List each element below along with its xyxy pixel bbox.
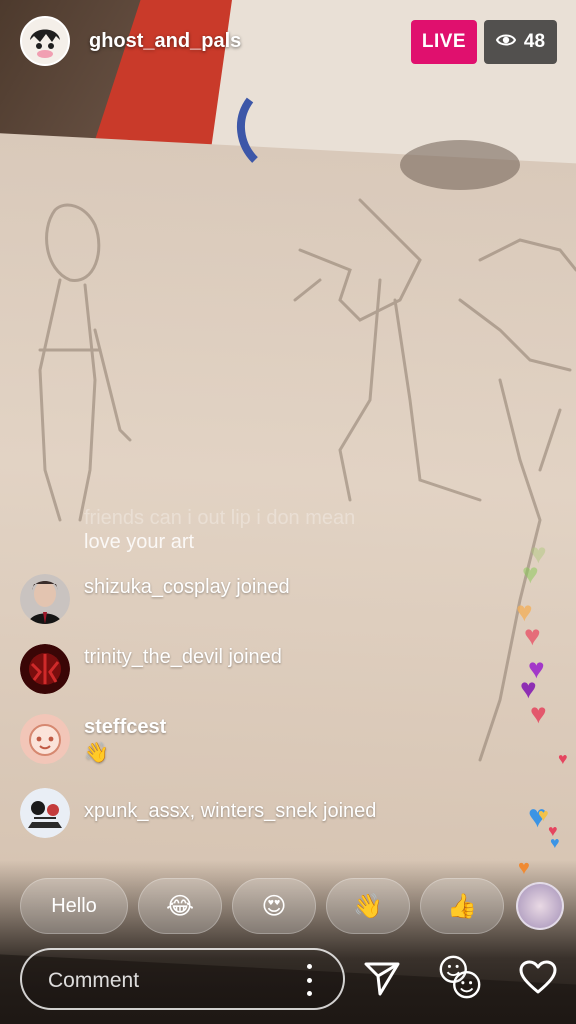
host-avatar[interactable] bbox=[20, 16, 70, 66]
comment-message: 👋 bbox=[84, 742, 109, 764]
comment-text: steffcest 👋 bbox=[84, 714, 166, 766]
comment-input[interactable] bbox=[46, 964, 300, 998]
quick-reaction-hello[interactable]: Hello bbox=[20, 878, 128, 934]
avatar[interactable] bbox=[20, 644, 70, 694]
heart-icon: ♥ bbox=[524, 620, 541, 651]
comment-row: xpunk_assx, winters_snek joined bbox=[20, 788, 376, 838]
comment-text: xpunk_assx, winters_snek joined bbox=[84, 800, 377, 822]
faded-comment: friends can i out lip i don mean bbox=[84, 507, 356, 529]
heart-icon bbox=[519, 960, 557, 994]
quick-reaction-wave[interactable]: 👋 bbox=[326, 878, 410, 934]
send-button[interactable] bbox=[358, 954, 406, 1002]
viewer-count: 48 bbox=[523, 31, 546, 52]
heart-icon: ♥ bbox=[558, 751, 568, 768]
heart-icon: ♥ bbox=[518, 857, 530, 879]
viewer-count-badge[interactable]: 48 bbox=[484, 20, 557, 64]
comment-username[interactable]: steffcest bbox=[84, 716, 166, 738]
comment-composer bbox=[20, 948, 345, 1010]
joiner-avatar bbox=[516, 882, 564, 930]
more-vertical-icon[interactable] bbox=[299, 964, 319, 996]
send-icon bbox=[364, 962, 400, 996]
avatar[interactable] bbox=[20, 574, 70, 624]
quick-reactions: Hello 😂 😍 👋 👍 bbox=[20, 878, 504, 934]
heart-icon: ♥ bbox=[550, 835, 560, 852]
heart-icon: ♥ bbox=[522, 558, 539, 589]
comment-text: trinity_the_devil joined bbox=[84, 646, 282, 668]
eye-icon bbox=[495, 31, 517, 53]
avatar[interactable] bbox=[20, 788, 70, 838]
heart-icon: ♥ bbox=[530, 698, 547, 729]
host-username[interactable]: ghost_and_pals bbox=[89, 30, 241, 53]
live-badge: LIVE bbox=[411, 20, 477, 64]
quick-reaction-laugh[interactable]: 😂 bbox=[138, 878, 222, 934]
floating-hearts: ♥ ♥ ♥ ♥ ♥ ♥ ♥ ♥ ♥ ♥ ♥ ♥ ♥ bbox=[500, 520, 576, 890]
quick-reaction-thumbs-up[interactable]: 👍 bbox=[420, 878, 504, 934]
comment-row: trinity_the_devil joined bbox=[20, 644, 282, 694]
face-filter-icon bbox=[439, 955, 481, 999]
like-button[interactable] bbox=[514, 954, 562, 1002]
comment-row: steffcest 👋 bbox=[20, 714, 166, 766]
quick-reaction-heart-eyes[interactable]: 😍 bbox=[232, 878, 316, 934]
comment-row: shizuka_cosplay joined bbox=[20, 574, 290, 624]
comment-love-your-art: love your art bbox=[84, 531, 195, 553]
live-header: ghost_and_pals LIVE 48 bbox=[0, 0, 576, 84]
face-filter-button[interactable] bbox=[436, 952, 484, 1000]
avatar[interactable] bbox=[20, 714, 70, 764]
comment-text: shizuka_cosplay joined bbox=[84, 576, 290, 598]
heart-icon: ♥ bbox=[538, 805, 549, 825]
